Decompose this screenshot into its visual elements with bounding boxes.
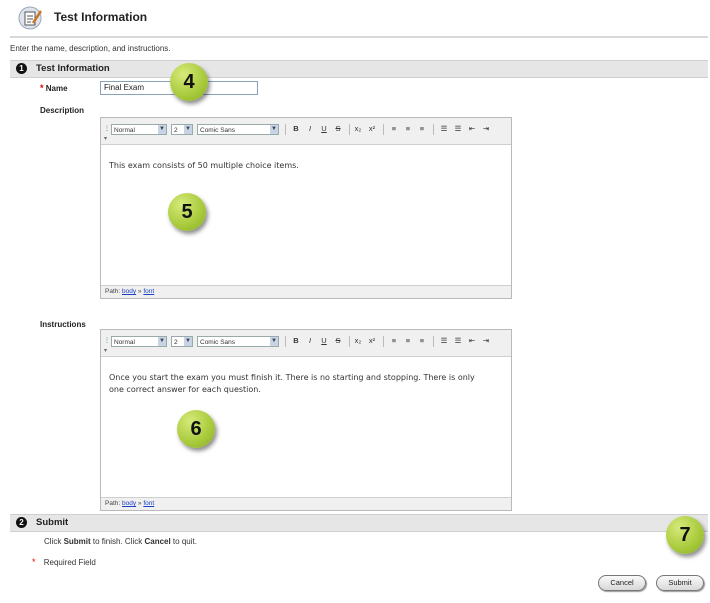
section-title: Submit (36, 517, 69, 528)
submit-button[interactable]: Submit (656, 575, 704, 591)
instructions-pathbar: Path: body » font (101, 497, 511, 510)
path-link-body[interactable]: body (122, 288, 136, 295)
style-select[interactable]: Normal ▼ (111, 336, 167, 347)
strikethrough-button[interactable]: S (333, 336, 343, 345)
chevron-down-icon: ▼ (184, 125, 192, 134)
toolbar-expand-icon[interactable]: ▾ (104, 135, 107, 142)
instructions-content[interactable]: Once you start the exam you must finish … (101, 364, 497, 404)
test-pencil-icon (18, 6, 44, 30)
toolbar-handle-icon: ⋮ (104, 126, 110, 132)
superscript-button[interactable]: x² (367, 336, 377, 345)
chevron-down-icon: ▼ (184, 337, 192, 346)
required-marker: * (32, 557, 36, 567)
callout-4: 4 (170, 63, 208, 101)
toolbar-separator (433, 336, 434, 347)
description-editor[interactable]: ⋮ Normal ▼ 2 ▼ Comic Sans ▼ B I U S x₂ x² ≡… (100, 117, 512, 299)
required-marker: * (40, 83, 44, 93)
required-field-note: * Required Field (32, 557, 96, 567)
align-left-icon[interactable]: ≡ (389, 124, 399, 133)
size-select[interactable]: 2 ▼ (171, 336, 193, 347)
description-label: Description (40, 106, 85, 115)
toolbar-expand-icon[interactable]: ▾ (104, 347, 107, 354)
intro-text: Enter the name, description, and instruc… (10, 44, 171, 53)
toolbar-separator (383, 124, 384, 135)
toolbar-separator (285, 124, 286, 135)
path-link-font[interactable]: font (143, 500, 154, 507)
italic-button[interactable]: I (305, 336, 315, 345)
ordered-list-icon[interactable]: ☰ (439, 336, 449, 345)
bold-button[interactable]: B (291, 336, 301, 345)
path-link-font[interactable]: font (143, 288, 154, 295)
ordered-list-icon[interactable]: ☰ (439, 124, 449, 133)
chevron-down-icon: ▼ (158, 337, 166, 346)
align-center-icon[interactable]: ≡ (403, 336, 413, 345)
font-select[interactable]: Comic Sans ▼ (197, 124, 279, 135)
section-submit: 2 Submit (10, 514, 708, 532)
chevron-down-icon: ▼ (270, 337, 278, 346)
chevron-down-icon: ▼ (158, 125, 166, 134)
bold-button[interactable]: B (291, 124, 301, 133)
chevron-down-icon: ▼ (270, 125, 278, 134)
page-title: Test Information (54, 10, 148, 24)
italic-button[interactable]: I (305, 124, 315, 133)
section-test-information: 1 Test Information (10, 60, 708, 78)
toolbar-separator (349, 124, 350, 135)
toolbar-handle-icon: ⋮ (104, 338, 110, 344)
callout-5: 5 (168, 193, 206, 231)
toolbar-separator (285, 336, 286, 347)
submit-instructions: Click Submit to finish. Click Cancel to … (44, 537, 197, 546)
description-toolbar: ⋮ Normal ▼ 2 ▼ Comic Sans ▼ B I U S x₂ x² ≡… (101, 118, 511, 145)
callout-7: 7 (666, 516, 704, 554)
underline-button[interactable]: U (319, 336, 329, 345)
align-right-icon[interactable]: ≡ (417, 336, 427, 345)
outdent-icon[interactable]: ⇤ (467, 336, 477, 345)
toolbar-separator (349, 336, 350, 347)
toolbar-separator (433, 124, 434, 135)
align-right-icon[interactable]: ≡ (417, 124, 427, 133)
instructions-label: Instructions (40, 320, 86, 329)
section-title: Test Information (36, 63, 110, 74)
indent-icon[interactable]: ⇥ (481, 124, 491, 133)
unordered-list-icon[interactable]: ☰ (453, 336, 463, 345)
path-link-body[interactable]: body (122, 500, 136, 507)
subscript-button[interactable]: x₂ (353, 124, 363, 133)
font-select[interactable]: Comic Sans ▼ (197, 336, 279, 347)
callout-6: 6 (177, 410, 215, 448)
underline-button[interactable]: U (319, 124, 329, 133)
subscript-button[interactable]: x₂ (353, 336, 363, 345)
title-divider (10, 36, 708, 38)
description-pathbar: Path: body » font (101, 285, 511, 298)
indent-icon[interactable]: ⇥ (481, 336, 491, 345)
strikethrough-button[interactable]: S (333, 124, 343, 133)
size-select[interactable]: 2 ▼ (171, 124, 193, 135)
unordered-list-icon[interactable]: ☰ (453, 124, 463, 133)
instructions-toolbar: ⋮ Normal ▼ 2 ▼ Comic Sans ▼ B I U S x₂ x² ≡… (101, 330, 511, 357)
style-select[interactable]: Normal ▼ (111, 124, 167, 135)
section-number-1: 1 (16, 63, 27, 74)
name-label: * Name (40, 83, 68, 93)
cancel-button[interactable]: Cancel (598, 575, 646, 591)
instructions-editor[interactable]: ⋮ Normal ▼ 2 ▼ Comic Sans ▼ B I U S x₂ x² ≡… (100, 329, 512, 511)
align-left-icon[interactable]: ≡ (389, 336, 399, 345)
align-center-icon[interactable]: ≡ (403, 124, 413, 133)
superscript-button[interactable]: x² (367, 124, 377, 133)
outdent-icon[interactable]: ⇤ (467, 124, 477, 133)
section-number-2: 2 (16, 517, 27, 528)
toolbar-separator (383, 336, 384, 347)
description-content[interactable]: This exam consists of 50 multiple choice… (101, 152, 511, 180)
